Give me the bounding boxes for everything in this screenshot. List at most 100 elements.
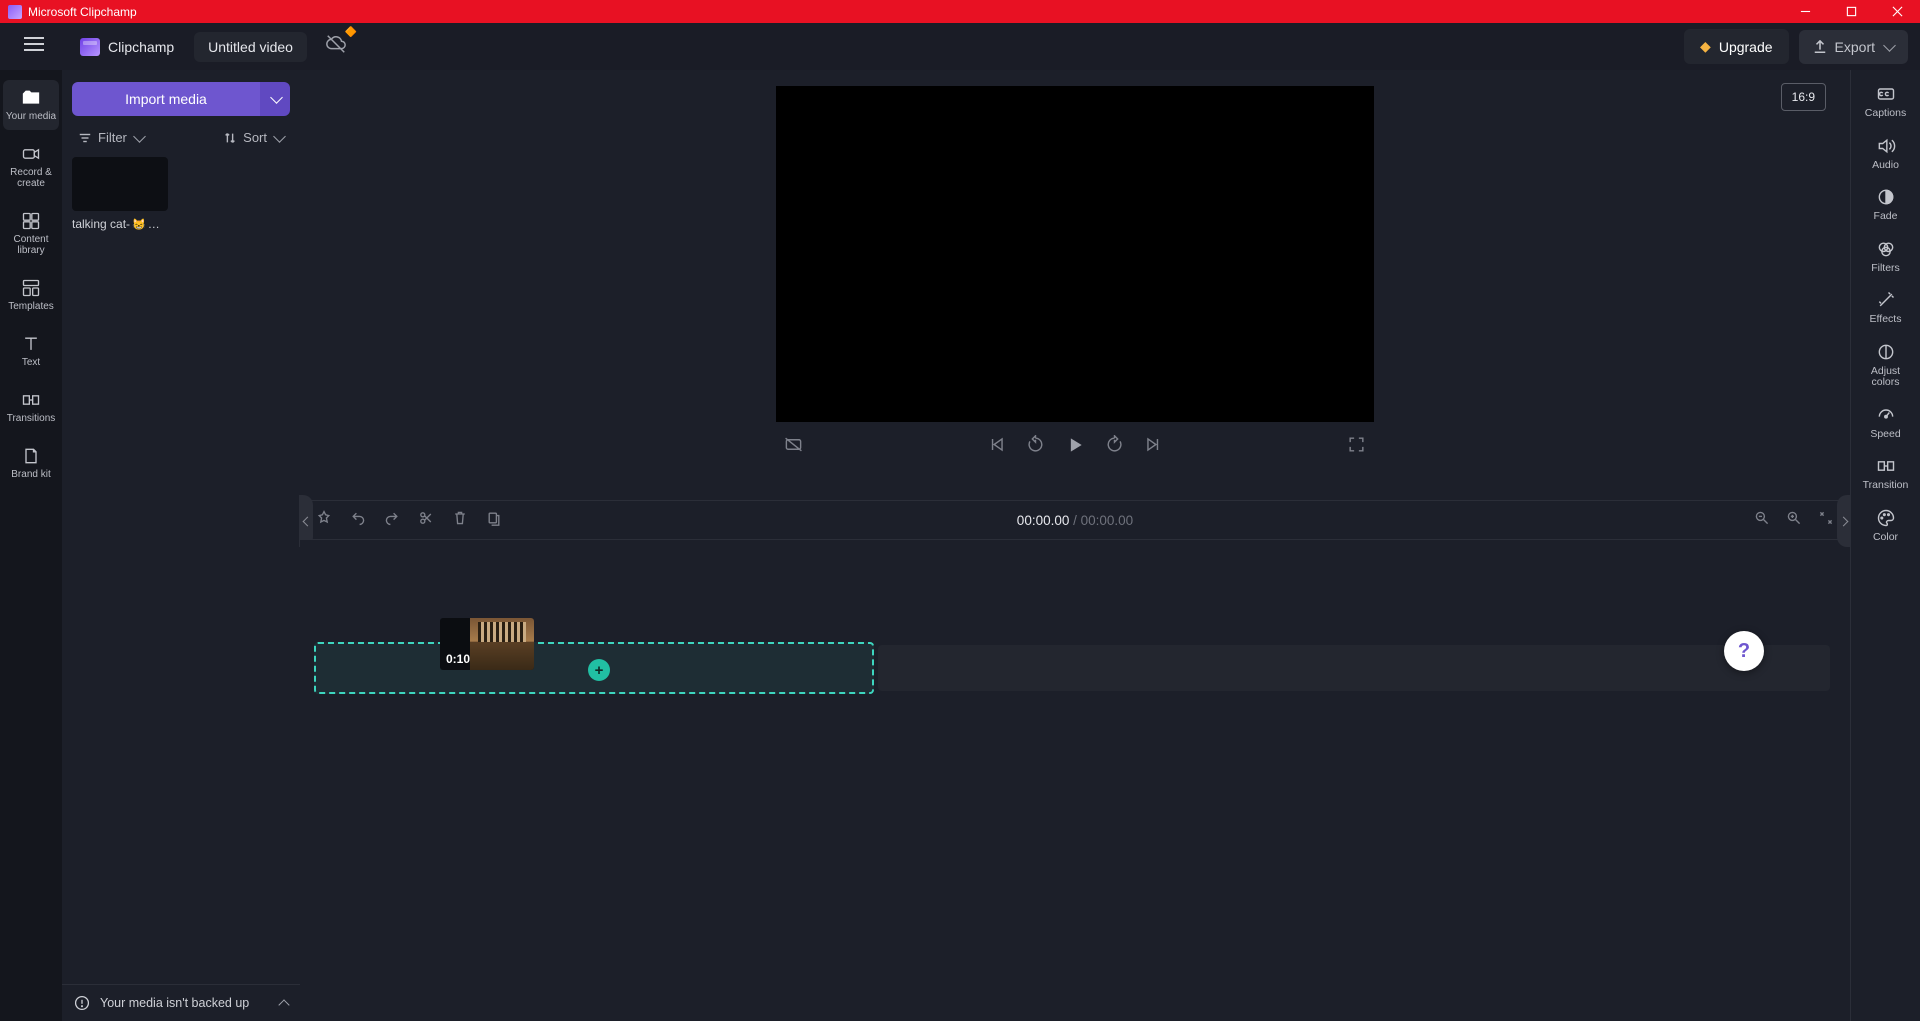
nav-brand-kit[interactable]: Brand kit <box>3 438 59 488</box>
warning-icon <box>74 995 90 1011</box>
nav-record-create[interactable]: Record & create <box>3 136 59 197</box>
nav-effects[interactable]: Effects <box>1856 290 1916 326</box>
library-icon <box>21 211 41 231</box>
templates-icon <box>21 278 41 298</box>
media-item[interactable]: talking cat-😸… <box>72 157 290 231</box>
nav-text[interactable]: Text <box>3 326 59 376</box>
export-button[interactable]: Export <box>1799 30 1908 64</box>
window-titlebar: Microsoft Clipchamp <box>0 0 1920 23</box>
skip-forward-button[interactable] <box>1105 435 1124 459</box>
zoom-out-button[interactable] <box>1754 510 1770 531</box>
video-preview[interactable] <box>776 86 1374 422</box>
maximize-button[interactable] <box>1828 0 1874 23</box>
preview-zone: 16:9 <box>300 70 1850 500</box>
nav-audio[interactable]: Audio <box>1856 136 1916 172</box>
seek-end-button[interactable] <box>1144 435 1163 459</box>
fullscreen-button[interactable] <box>1347 435 1366 459</box>
premium-gem-icon: 🔶 <box>345 27 357 38</box>
export-label: Export <box>1835 39 1875 55</box>
close-button[interactable] <box>1874 0 1920 23</box>
nav-captions[interactable]: Captions <box>1856 84 1916 120</box>
window-title: Microsoft Clipchamp <box>28 5 137 19</box>
project-title-input[interactable]: Untitled video <box>194 32 307 62</box>
zoom-in-button[interactable] <box>1786 510 1802 531</box>
delete-button[interactable] <box>452 510 468 531</box>
sort-icon <box>223 131 237 145</box>
left-nav: Your media Record & create Content libra… <box>0 70 62 1021</box>
chevron-up-icon <box>278 999 289 1010</box>
brand-chip[interactable]: Clipchamp <box>74 34 180 60</box>
media-panel: Import media Filter Sort talking cat-😸… <box>62 70 300 1021</box>
media-thumbnail <box>72 157 168 211</box>
upgrade-button[interactable]: ◆ Upgrade <box>1684 29 1788 64</box>
dragging-clip[interactable]: 0:10 <box>440 618 534 670</box>
skip-back-button[interactable] <box>1026 435 1045 459</box>
app-topbar: Clipchamp Untitled video 🔶 ◆ Upgrade Exp… <box>0 23 1920 70</box>
time-duration: 00:00.00 <box>1081 513 1134 528</box>
brand-kit-icon <box>21 446 41 466</box>
nav-filters[interactable]: Filters <box>1856 239 1916 275</box>
undo-button[interactable] <box>350 510 366 531</box>
adjust-colors-icon <box>1876 342 1896 362</box>
nav-text-label: Text <box>22 357 40 368</box>
transitions-icon <box>21 390 41 410</box>
clip-duration-label: 0:10 <box>446 652 470 666</box>
aspect-ratio-button[interactable]: 16:9 <box>1781 83 1826 111</box>
captions-icon <box>1876 84 1896 104</box>
diamond-icon: ◆ <box>1700 38 1711 55</box>
clipchamp-logo-icon <box>80 38 100 56</box>
right-nav: Captions Audio Fade Filters Effects Adju… <box>1850 70 1920 1021</box>
nav-brand-kit-label: Brand kit <box>11 469 50 480</box>
color-icon <box>1876 508 1896 528</box>
minimize-button[interactable] <box>1782 0 1828 23</box>
help-button[interactable]: ? <box>1724 631 1764 671</box>
nav-speed[interactable]: Speed <box>1856 405 1916 441</box>
nav-content-library[interactable]: Content library <box>3 203 59 264</box>
import-media-button[interactable]: Import media <box>72 82 260 116</box>
timeline[interactable]: 0:10 + <box>300 540 1850 1021</box>
filter-button[interactable]: Filter <box>78 130 144 145</box>
camera-icon <box>21 144 41 164</box>
main-area: 16:9 00:00.00 / 00:00.00 <box>300 70 1850 1021</box>
upgrade-label: Upgrade <box>1719 39 1773 55</box>
nav-adjust-colors[interactable]: Adjust colors <box>1856 342 1916 389</box>
nav-templates[interactable]: Templates <box>3 270 59 320</box>
chevron-down-icon <box>1883 39 1896 52</box>
filter-icon <box>78 131 92 145</box>
nav-content-library-label: Content library <box>3 234 59 256</box>
nav-color[interactable]: Color <box>1856 508 1916 544</box>
duplicate-button[interactable] <box>486 510 502 531</box>
timeline-track[interactable] <box>878 645 1830 691</box>
zoom-fit-button[interactable] <box>1818 510 1834 531</box>
backup-notice[interactable]: Your media isn't backed up <box>62 984 300 1021</box>
sort-label: Sort <box>243 130 267 145</box>
nav-transition[interactable]: Transition <box>1856 456 1916 492</box>
auto-compose-button[interactable] <box>316 510 332 531</box>
effects-icon <box>1876 290 1896 310</box>
filter-label: Filter <box>98 130 127 145</box>
folder-icon <box>21 88 41 108</box>
brand-label: Clipchamp <box>108 39 174 55</box>
sort-button[interactable]: Sort <box>223 130 284 145</box>
split-button[interactable] <box>418 510 434 531</box>
nav-your-media[interactable]: Your media <box>3 80 59 130</box>
collapse-right-panel-button[interactable] <box>1837 495 1851 547</box>
time-current: 00:00.00 <box>1017 513 1070 528</box>
chevron-down-icon <box>133 130 146 143</box>
speed-icon <box>1876 405 1896 425</box>
nav-transitions[interactable]: Transitions <box>3 382 59 432</box>
play-button[interactable] <box>1065 435 1085 460</box>
player-controls <box>776 422 1374 472</box>
safe-zones-toggle[interactable] <box>784 435 803 459</box>
import-media-dropdown[interactable] <box>260 82 290 116</box>
cloud-sync-off-icon[interactable]: 🔶 <box>325 33 347 60</box>
menu-button[interactable] <box>12 30 56 63</box>
timecode-display: 00:00.00 / 00:00.00 <box>1017 513 1133 528</box>
audio-icon <box>1876 136 1896 156</box>
seek-start-button[interactable] <box>987 435 1006 459</box>
emoji-icon: 😸 <box>132 218 146 231</box>
nav-fade[interactable]: Fade <box>1856 187 1916 223</box>
app-icon <box>8 5 22 19</box>
redo-button[interactable] <box>384 510 400 531</box>
timeline-toolbar: 00:00.00 / 00:00.00 <box>300 500 1850 540</box>
